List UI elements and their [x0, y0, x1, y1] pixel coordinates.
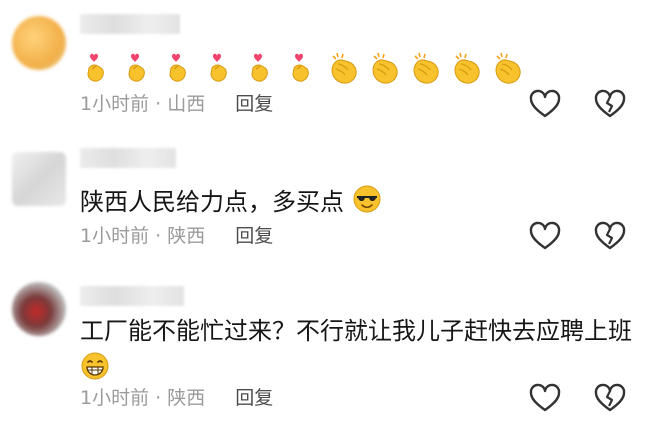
avatar[interactable]	[12, 152, 66, 206]
finger-heart-icon	[87, 53, 104, 82]
meta-separator: ·	[149, 93, 168, 115]
comment-meta: 1小时前 · 陕西 回复	[80, 384, 273, 412]
comment-item: 1小时前 · 山西 回复	[0, 0, 660, 140]
reply-button[interactable]: 回复	[235, 225, 273, 247]
grinning-face-icon	[81, 352, 109, 380]
clapping-hands-icon	[331, 52, 357, 84]
comment-item: 陕西人民给力点，多买点 1小时前 · 陕西 回复	[0, 140, 660, 270]
username[interactable]	[80, 286, 184, 306]
comment-text: 工厂能不能忙过来？不行就让我儿子赶快去应聘上班	[80, 312, 640, 388]
comment-text: 陕西人民给力点，多买点	[80, 183, 640, 221]
reply-button[interactable]: 回复	[235, 387, 273, 409]
comment-item: 工厂能不能忙过来？不行就让我儿子赶快去应聘上班 1小时前 · 陕西 回复	[0, 270, 660, 441]
like-heart-icon[interactable]	[528, 221, 562, 251]
comment-time: 1小时前	[80, 387, 150, 409]
clapping-hands-icon	[413, 52, 439, 84]
meta-separator: ·	[149, 225, 168, 247]
clapping-hands-icon	[495, 52, 521, 84]
like-heart-icon[interactable]	[528, 89, 562, 119]
dislike-broken-heart-icon[interactable]	[593, 221, 627, 251]
finger-heart-icon	[128, 53, 145, 82]
finger-heart-icon	[210, 53, 228, 82]
comment-time: 1小时前	[80, 93, 150, 115]
finger-heart-icon	[251, 53, 269, 82]
comment-location: 陕西	[167, 225, 206, 247]
clapping-hands-icon	[372, 52, 398, 84]
comment-time: 1小时前	[80, 225, 150, 247]
dislike-broken-heart-icon[interactable]	[593, 89, 627, 119]
comment-meta: 1小时前 · 陕西 回复	[80, 222, 273, 250]
finger-heart-icon	[169, 53, 187, 82]
username[interactable]	[80, 148, 176, 168]
comment-meta: 1小时前 · 山西 回复	[80, 90, 273, 118]
like-heart-icon[interactable]	[528, 383, 562, 413]
comment-location: 陕西	[167, 387, 206, 409]
meta-separator: ·	[149, 387, 168, 409]
clapping-hands-icon	[454, 52, 480, 84]
username[interactable]	[80, 14, 180, 34]
comment-emoji-row	[80, 50, 527, 90]
reply-button[interactable]: 回复	[235, 93, 273, 115]
sunglasses-face-icon	[353, 185, 381, 213]
avatar[interactable]	[12, 16, 66, 70]
finger-heart-icon	[292, 53, 310, 82]
comment-location: 山西	[167, 93, 206, 115]
avatar[interactable]	[12, 282, 66, 336]
dislike-broken-heart-icon[interactable]	[593, 383, 627, 413]
